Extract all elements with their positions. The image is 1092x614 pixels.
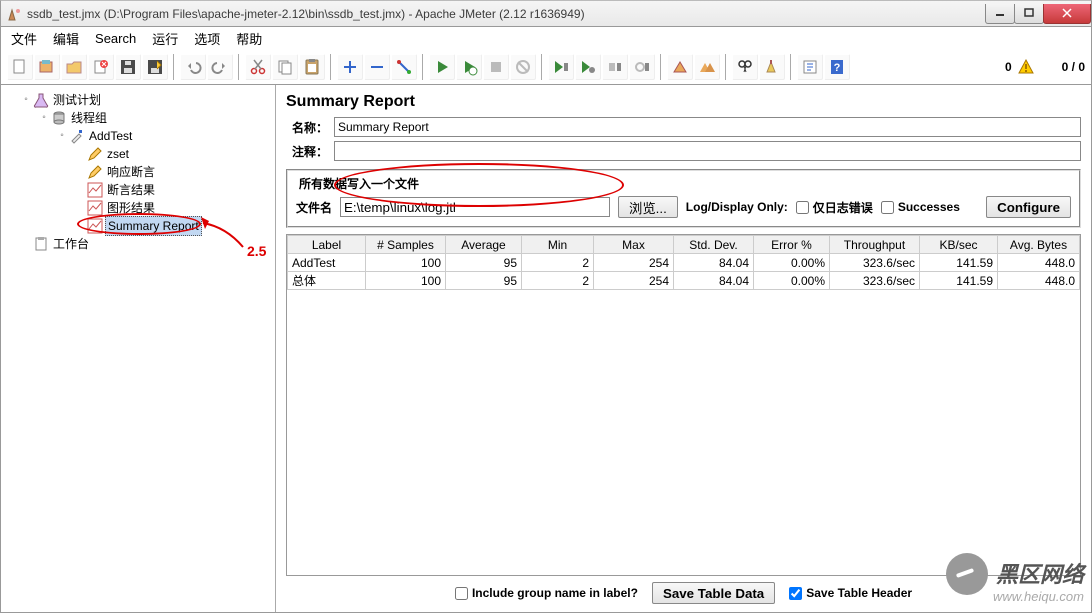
write-results-fieldset: 所有数据写入一个文件 文件名 浏览... Log/Display Only: 仅…	[286, 169, 1081, 228]
tree-test-plan[interactable]: ◦ 测试计划	[21, 91, 273, 109]
table-row[interactable]: 总体10095225484.040.00%323.6/sec141.59448.…	[288, 272, 1080, 290]
redo-button[interactable]	[207, 54, 233, 80]
search-button[interactable]	[732, 54, 758, 80]
expand-button[interactable]	[337, 54, 363, 80]
remote-stop-button[interactable]	[602, 54, 628, 80]
spool-icon	[51, 110, 67, 126]
flask-icon	[33, 92, 49, 108]
annotation-label: 2.5	[247, 243, 266, 259]
chart-icon	[87, 182, 103, 198]
close-file-button[interactable]	[88, 54, 114, 80]
save-button[interactable]	[115, 54, 141, 80]
table-header[interactable]: Average	[446, 236, 522, 254]
stop-button[interactable]	[483, 54, 509, 80]
maximize-button[interactable]	[1014, 4, 1044, 24]
toolbar: ? 0 0 / 0	[0, 49, 1092, 85]
table-header[interactable]: KB/sec	[920, 236, 998, 254]
table-header[interactable]: Std. Dev.	[674, 236, 754, 254]
log-display-only-label: Log/Display Only:	[686, 200, 788, 214]
help-button[interactable]: ?	[824, 54, 850, 80]
write-results-legend: 所有数据写入一个文件	[296, 175, 422, 192]
pencil-icon	[87, 164, 103, 180]
remote-start-button[interactable]	[548, 54, 574, 80]
close-button[interactable]	[1043, 4, 1091, 24]
table-header[interactable]: Avg. Bytes	[998, 236, 1080, 254]
warning-icon	[1018, 59, 1034, 75]
start-no-timers-button[interactable]	[456, 54, 482, 80]
table-row[interactable]: AddTest10095225484.040.00%323.6/sec141.5…	[288, 254, 1080, 272]
app-icon	[7, 6, 23, 22]
chart-icon	[87, 218, 103, 234]
tree-thread-group[interactable]: ◦ 线程组	[39, 109, 273, 127]
warn-count: 0	[1005, 60, 1012, 74]
svg-text:?: ?	[834, 62, 841, 74]
tree-zset[interactable]: zset	[75, 145, 273, 163]
menu-search[interactable]: Search	[95, 31, 136, 46]
errors-only-checkbox[interactable]: 仅日志错误	[796, 199, 873, 216]
table-header[interactable]: Label	[288, 236, 366, 254]
save-table-header-checkbox[interactable]: Save Table Header	[789, 586, 912, 600]
shutdown-button[interactable]	[510, 54, 536, 80]
filename-label: 文件名	[296, 199, 332, 216]
toggle-button[interactable]	[391, 54, 417, 80]
minimize-button[interactable]	[985, 4, 1015, 24]
comment-label: 注释：	[286, 143, 328, 160]
paste-button[interactable]	[299, 54, 325, 80]
clipboard-icon	[33, 236, 49, 252]
menu-options[interactable]: 选项	[194, 29, 220, 48]
start-button[interactable]	[429, 54, 455, 80]
copy-button[interactable]	[272, 54, 298, 80]
window-titlebar: ssdb_test.jmx (D:\Program Files\apache-j…	[0, 0, 1092, 27]
tree-resp-assert[interactable]: 响应断言	[75, 163, 273, 181]
panel-heading: Summary Report	[286, 93, 1081, 111]
reset-search-button[interactable]	[759, 54, 785, 80]
name-input[interactable]	[334, 117, 1081, 137]
include-group-checkbox[interactable]: Include group name in label?	[455, 586, 638, 600]
window-title: ssdb_test.jmx (D:\Program Files\apache-j…	[27, 7, 585, 21]
name-label: 名称：	[286, 119, 328, 136]
menu-run[interactable]: 运行	[152, 29, 178, 48]
comment-input[interactable]	[334, 141, 1081, 161]
table-header[interactable]: Max	[594, 236, 674, 254]
collapse-button[interactable]	[364, 54, 390, 80]
tree-assert-result[interactable]: 断言结果	[75, 181, 273, 199]
menu-edit[interactable]: 编辑	[53, 29, 79, 48]
save-as-button[interactable]	[142, 54, 168, 80]
results-table[interactable]: Label# SamplesAverageMinMaxStd. Dev.Erro…	[286, 234, 1081, 576]
tree-addtest[interactable]: ◦ AddTest	[57, 127, 273, 145]
test-plan-tree[interactable]: ◦ 测试计划 ◦ 线程组 ◦	[1, 85, 276, 612]
menu-help[interactable]: 帮助	[236, 29, 262, 48]
browse-button[interactable]: 浏览...	[618, 196, 678, 218]
error-fraction: 0 / 0	[1062, 60, 1085, 74]
tree-summary-report[interactable]: Summary Report	[75, 217, 273, 235]
undo-button[interactable]	[180, 54, 206, 80]
pencil-icon	[87, 146, 103, 162]
new-button[interactable]	[7, 54, 33, 80]
templates-button[interactable]	[34, 54, 60, 80]
menu-file[interactable]: 文件	[11, 29, 37, 48]
save-table-data-button[interactable]: Save Table Data	[652, 582, 775, 604]
table-header[interactable]: Throughput	[830, 236, 920, 254]
remote-start-all-button[interactable]	[575, 54, 601, 80]
summary-report-panel: Summary Report 名称： 注释： 所有数据写入一个文件 文件名 浏览…	[276, 85, 1091, 612]
cut-button[interactable]	[245, 54, 271, 80]
configure-button[interactable]: Configure	[986, 196, 1071, 218]
function-helper-button[interactable]	[797, 54, 823, 80]
table-header[interactable]: Error %	[754, 236, 830, 254]
clear-all-button[interactable]	[694, 54, 720, 80]
open-button[interactable]	[61, 54, 87, 80]
table-header[interactable]: # Samples	[366, 236, 446, 254]
menubar: 文件 编辑 Search 运行 选项 帮助	[0, 27, 1092, 49]
successes-checkbox[interactable]: Successes	[881, 200, 960, 214]
tree-workbench[interactable]: 工作台	[21, 235, 273, 253]
table-header[interactable]: Min	[522, 236, 594, 254]
chart-icon	[87, 200, 103, 216]
tree-graph-result[interactable]: 图形结果	[75, 199, 273, 217]
filename-input[interactable]	[340, 197, 610, 217]
remote-shutdown-button[interactable]	[629, 54, 655, 80]
pipette-icon	[69, 128, 85, 144]
clear-button[interactable]	[667, 54, 693, 80]
